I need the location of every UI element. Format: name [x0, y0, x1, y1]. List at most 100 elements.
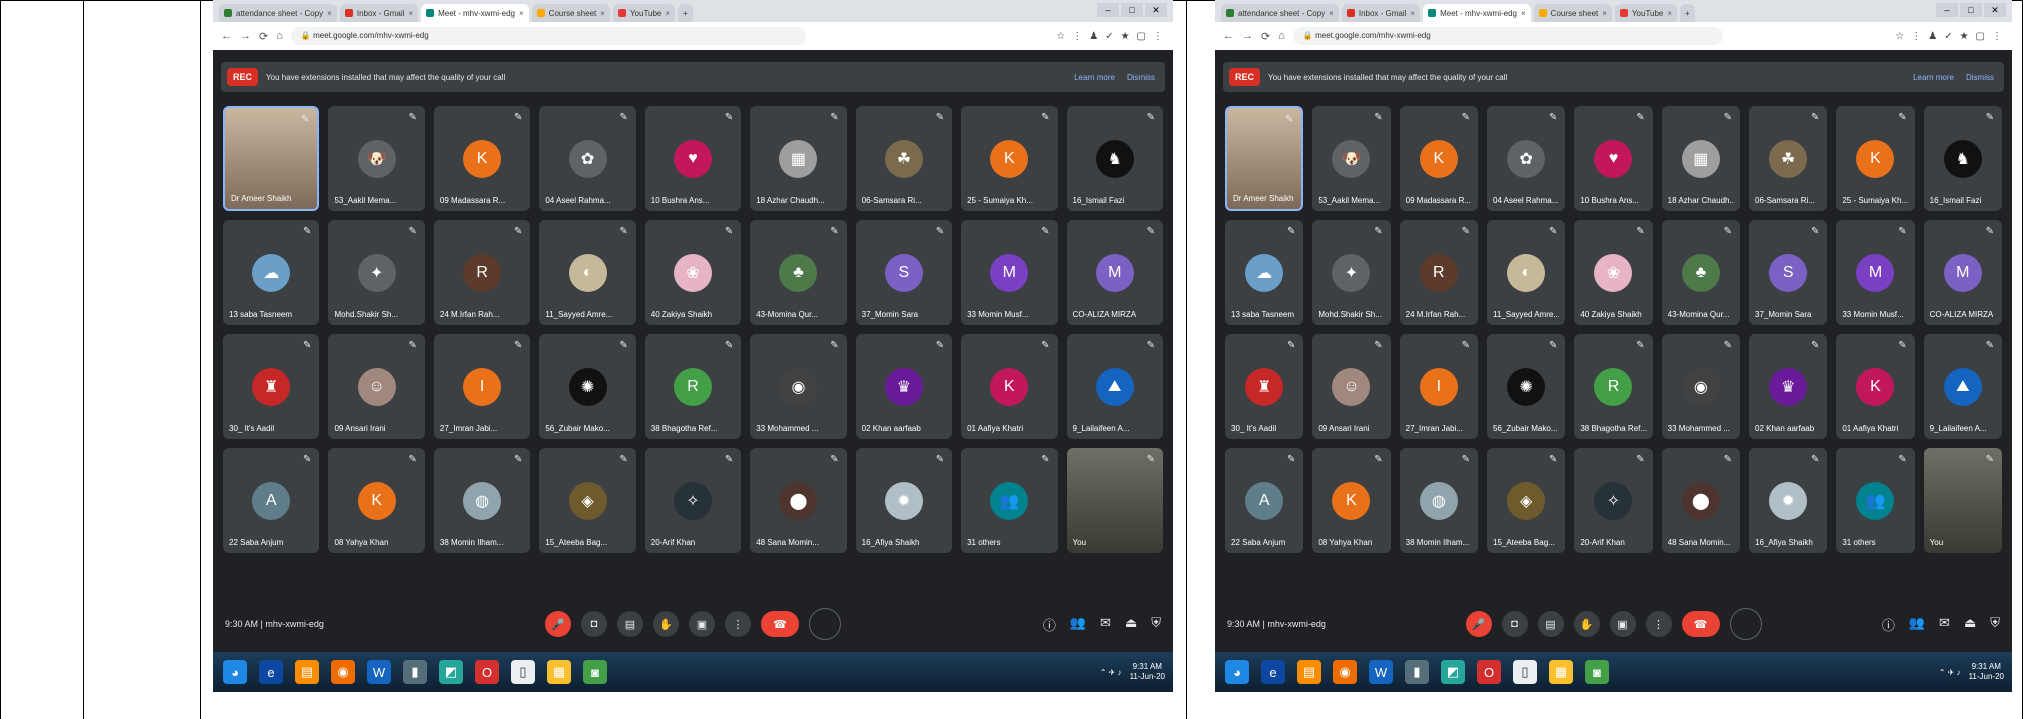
participant-tile[interactable]: K ✎ 25 - Sumaiya Kh...	[1836, 106, 1915, 211]
participant-tile[interactable]: I ✎ 27_Imran Jabi...	[433, 334, 531, 439]
url-field[interactable]: 🔒 meet.google.com/mhv-xwmi-edg	[1292, 27, 1724, 45]
people-icon[interactable]: 👥	[1909, 615, 1925, 634]
participant-tile[interactable]: ◉ ✎ 33 Mohammed ...	[750, 334, 847, 439]
participant-tile[interactable]: ✎ Dr Ameer Shaikh	[223, 106, 320, 211]
participant-tile[interactable]: ⛰ ✎ 9_Lailaifeen A...	[1923, 334, 2002, 439]
participant-tile[interactable]: ☺ ✎ 09 Ansari Irani	[1312, 334, 1391, 439]
taskbar-app-icon[interactable]: ◕	[223, 660, 247, 684]
extension-icon[interactable]: ⋮	[1911, 31, 1921, 42]
taskbar-app-icon[interactable]: ◙	[583, 660, 607, 684]
tab-close-icon[interactable]: ×	[408, 9, 413, 18]
taskbar-app-icon[interactable]: ◩	[1441, 660, 1465, 684]
tray-icons[interactable]: ⌃ ✈ ♪	[1939, 668, 1961, 677]
participant-tile[interactable]: ☘ ✎ 06-Samsara Ri...	[1749, 106, 1828, 211]
learn-more-link[interactable]: Learn more	[1074, 73, 1115, 82]
tab-close-icon[interactable]: ×	[665, 9, 670, 18]
participant-tile[interactable]: M ✎ 33 Momin Musf...	[961, 220, 1058, 325]
participant-tile[interactable]: ☁ ✎ 13 saba Tasneem	[223, 220, 320, 325]
tab-close-icon[interactable]: ×	[1329, 9, 1334, 18]
close-window-icon[interactable]: ✕	[1145, 3, 1167, 17]
extension-icon[interactable]: ★	[1121, 31, 1130, 42]
forward-icon[interactable]: →	[240, 30, 251, 42]
taskbar-app-icon[interactable]: e	[259, 660, 283, 684]
participant-tile[interactable]: R ✎ 24 M.Irfan Rah...	[1399, 220, 1478, 325]
participant-tile[interactable]: I ✎ 27_Imran Jabi...	[1399, 334, 1478, 439]
minimize-icon[interactable]: –	[1936, 3, 1958, 17]
participant-tile[interactable]: ✦ ✎ Mohd.Shakir Sh...	[1312, 220, 1391, 325]
participant-tile[interactable]: ✿ ✎ 04 Aseel Rahma...	[1487, 106, 1566, 211]
participant-tile[interactable]: ♣ ✎ 43-Momina Qur...	[750, 220, 847, 325]
taskbar-app-icon[interactable]: ◙	[1585, 660, 1609, 684]
reactions-ring-icon[interactable]	[809, 608, 841, 640]
participant-tile[interactable]: S ✎ 37_Momin Sara	[1749, 220, 1828, 325]
tab-close-icon[interactable]: ×	[1602, 9, 1607, 18]
info-icon[interactable]: ⓘ	[1882, 615, 1895, 634]
taskbar-app-icon[interactable]: W	[367, 660, 391, 684]
participant-tile[interactable]: K ✎ 09 Madassara R...	[1399, 106, 1478, 211]
browser-tab[interactable]: attendance sheet - Copy ×	[219, 4, 337, 22]
activities-icon[interactable]: ⏏	[1125, 615, 1137, 634]
participant-tile[interactable]: ⬤ ✎ 48 Sana Momin...	[750, 448, 847, 553]
new-tab-button[interactable]: +	[1680, 4, 1695, 22]
new-tab-button[interactable]: +	[678, 4, 693, 22]
extension-icon[interactable]: ▢	[1976, 31, 1985, 42]
taskbar-app-icon[interactable]: e	[1261, 660, 1285, 684]
raise-hand-button[interactable]: ✋	[653, 611, 679, 637]
participant-tile[interactable]: ✹ ✎ 16_Afiya Shaikh	[1749, 448, 1828, 553]
taskbar-app-icon[interactable]: ◩	[439, 660, 463, 684]
mic-toggle-button[interactable]: 🎤	[1465, 611, 1492, 637]
taskbar-app-icon[interactable]: ▦	[547, 660, 571, 684]
participant-tile[interactable]: ♜ ✎ 30_ It's Aadil	[1225, 334, 1304, 439]
participant-tile[interactable]: 👥 ✎ 31 others	[1836, 448, 1915, 553]
participant-tile[interactable]: ♜ ✎ 30_ It's Aadil	[223, 334, 320, 439]
back-icon[interactable]: ←	[1223, 30, 1234, 42]
participant-tile[interactable]: ❀ ✎ 40 Zakiya Shaikh	[1574, 220, 1653, 325]
camera-toggle-button[interactable]: ◘	[1501, 611, 1528, 637]
participant-tile[interactable]: M ✎ CO-ALIZA MIRZA	[1923, 220, 2002, 325]
participant-tile[interactable]: A ✎ 22 Saba Anjum	[1225, 448, 1304, 553]
participant-tile[interactable]: ♣ ✎ 43-Momina Qur...	[1661, 220, 1740, 325]
participant-tile[interactable]: ◐ ✎ 11_Sayyed Amre...	[539, 220, 636, 325]
participant-tile[interactable]: ♞ ✎ 16_Ismail Fazi	[1066, 106, 1163, 211]
activities-icon[interactable]: ⏏	[1964, 615, 1976, 634]
participant-tile[interactable]: ✧ ✎ 20-Arif Khan	[1574, 448, 1653, 553]
participant-tile[interactable]: ♛ ✎ 02 Khan aarfaab	[1749, 334, 1828, 439]
extension-icon[interactable]: ⋮	[1153, 31, 1163, 42]
more-options-button[interactable]: ⋮	[725, 611, 751, 637]
participant-tile[interactable]: R ✎ 24 M.Irfan Rah...	[433, 220, 531, 325]
forward-icon[interactable]: →	[1242, 30, 1253, 42]
extension-icon[interactable]: ✓	[1105, 31, 1113, 42]
browser-tab[interactable]: YouTube ×	[612, 4, 676, 22]
chat-icon[interactable]: ✉	[1939, 615, 1950, 634]
taskbar-app-icon[interactable]: ◕	[1225, 660, 1249, 684]
taskbar-app-icon[interactable]: ◉	[1333, 660, 1357, 684]
extension-icon[interactable]: ♟	[1089, 31, 1098, 42]
participant-tile[interactable]: ✺ ✎ 56_Zubair Mako...	[1487, 334, 1566, 439]
close-window-icon[interactable]: ✕	[1984, 3, 2006, 17]
participant-tile[interactable]: ⬤ ✎ 48 Sana Momin...	[1661, 448, 1740, 553]
dismiss-button[interactable]: Dismiss	[1127, 73, 1155, 82]
participant-tile[interactable]: K ✎ 08 Yahya Khan	[1312, 448, 1391, 553]
end-call-button[interactable]: ☎	[1681, 611, 1720, 637]
participant-tile[interactable]: K ✎ 01 Aafiya Khatri	[1836, 334, 1915, 439]
participant-tile[interactable]: ◍ ✎ 38 Momin Ilham...	[433, 448, 531, 553]
participant-tile[interactable]: ✎ You	[1923, 448, 2002, 553]
participant-tile[interactable]: ❀ ✎ 40 Zakiya Shaikh	[644, 220, 742, 325]
participant-tile[interactable]: ♥ ✎ 10 Bushra Ans...	[1574, 106, 1653, 211]
participant-tile[interactable]: ✎ You	[1066, 448, 1163, 553]
taskbar-app-icon[interactable]: O	[1477, 660, 1501, 684]
extension-icon[interactable]: ☆	[1056, 31, 1065, 42]
participant-tile[interactable]: ♥ ✎ 10 Bushra Ans...	[644, 106, 742, 211]
participant-tile[interactable]: ◈ ✎ 15_Ateeba Bag...	[539, 448, 636, 553]
participant-tile[interactable]: ☘ ✎ 06-Samsara Ri...	[855, 106, 953, 211]
people-icon[interactable]: 👥	[1070, 615, 1086, 634]
browser-tab[interactable]: Inbox - Gmail ×	[1341, 4, 1421, 22]
participant-tile[interactable]: K ✎ 08 Yahya Khan	[328, 448, 425, 553]
participant-tile[interactable]: ☁ ✎ 13 saba Tasneem	[1225, 220, 1304, 325]
participant-tile[interactable]: ⛰ ✎ 9_Lailaifeen A...	[1066, 334, 1163, 439]
more-options-button[interactable]: ⋮	[1645, 611, 1672, 637]
browser-tab[interactable]: Meet - mhv-xwmi-edg ×	[421, 4, 529, 22]
participant-tile[interactable]: R ✎ 38 Bhagotha Ref...	[1574, 334, 1653, 439]
tab-close-icon[interactable]: ×	[1667, 9, 1672, 18]
back-icon[interactable]: ←	[221, 30, 232, 42]
